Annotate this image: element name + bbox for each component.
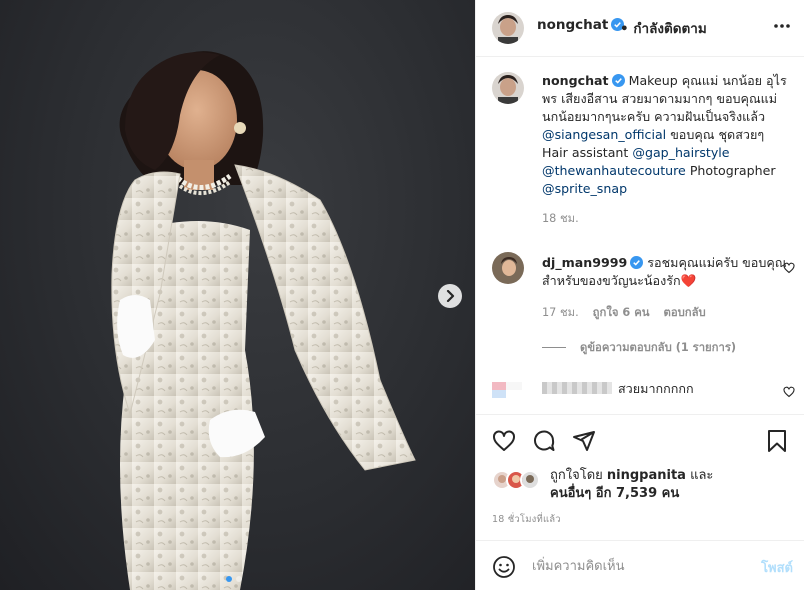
heart-icon[interactable] [492, 429, 516, 453]
comment-like-heart-icon[interactable] [783, 386, 795, 398]
comment-likes[interactable]: ถูกใจ 6 คน [593, 304, 650, 322]
likes-text: ถูกใจโดย ningpanita และ คนอื่นๆ อีก 7,53… [550, 468, 714, 501]
blurred-avatar[interactable] [492, 378, 524, 410]
likers-avatar-stack[interactable] [492, 470, 546, 490]
comment-icon[interactable] [532, 429, 556, 453]
more-options-button[interactable] [773, 17, 791, 39]
commenter-username[interactable]: dj_man9999 [542, 255, 627, 270]
post-photo [111, 51, 416, 590]
verified-badge-icon [630, 256, 644, 269]
post-comment-button[interactable]: โพสต์ [761, 557, 793, 578]
comment-text: สวยมากกกกก [618, 381, 694, 396]
red-heart-emoji: ❤️ [680, 273, 697, 288]
comment-input[interactable] [530, 554, 744, 578]
post-side-panel: nongchat • กำลังติดตาม nongchat Makeup ค… [475, 0, 804, 590]
carousel-dot [236, 576, 242, 582]
verified-badge-icon [611, 74, 625, 87]
caption-text: Photographer [685, 163, 776, 178]
liker-username[interactable]: ningpanita [607, 468, 686, 483]
post-media[interactable] [0, 0, 475, 590]
instagram-post: nongchat • กำลังติดตาม nongchat Makeup ค… [0, 0, 804, 590]
comment-meta: 17 ชม. ถูกใจ 6 คน ตอบกลับ [542, 304, 792, 322]
commenter-avatar[interactable] [492, 252, 524, 284]
mention-gap-hairstyle[interactable]: @gap_hairstyle [632, 145, 729, 160]
reply-button[interactable]: ตอบกลับ [664, 304, 706, 322]
view-replies-button[interactable]: ดูข้อความตอบกลับ (1 รายการ) [542, 338, 736, 356]
replies-line [542, 346, 566, 348]
bookmark-icon[interactable] [765, 429, 789, 453]
comment-time[interactable]: 17 ชม. [542, 304, 579, 322]
comment-body: dj_man9999 รอชมคุณแม่ครับ ขอบคุณสำหรับขอ… [542, 254, 792, 322]
liker-avatar [520, 470, 540, 490]
comments-list[interactable]: nongchat Makeup คุณแม่ นกน้อย อุไรพร เสี… [476, 58, 804, 414]
mention-thewanhautecouture[interactable]: @thewanhautecouture [542, 163, 686, 178]
follow-state[interactable]: • กำลังติดตาม [620, 17, 707, 39]
mention-sprite-snap[interactable]: @sprite_snap [542, 181, 627, 196]
caption-body: nongchat Makeup คุณแม่ นกน้อย อุไรพร เสี… [542, 72, 792, 228]
carousel-indicator [226, 576, 242, 582]
chevron-right-icon [446, 290, 455, 302]
carousel-dot-active [226, 576, 232, 582]
caption-username[interactable]: nongchat [542, 73, 609, 88]
comment-body: สวยมากกกกก [542, 380, 792, 398]
share-icon[interactable] [572, 429, 596, 453]
caption-meta: 18 ชม. [542, 210, 792, 228]
add-comment-bar: โพสต์ [476, 540, 804, 590]
mention-siangesan[interactable]: @siangesan_official [542, 127, 666, 142]
likes-count-link[interactable]: คนอื่นๆ อีก 7,539 คน [550, 486, 679, 501]
caption-avatar[interactable] [492, 72, 524, 104]
comment-like-heart-icon[interactable] [783, 262, 795, 274]
post-timestamp[interactable]: 18 ชั่วโมงที่แล้ว [492, 512, 561, 527]
next-slide-button[interactable] [438, 284, 462, 308]
emoji-icon[interactable] [492, 555, 516, 579]
author-avatar[interactable] [492, 12, 524, 44]
author-username[interactable]: nongchat [537, 17, 625, 33]
post-header: nongchat • กำลังติดตาม [476, 0, 804, 57]
blurred-username[interactable] [542, 382, 612, 394]
caption-time[interactable]: 18 ชม. [542, 210, 579, 228]
action-bar [476, 414, 804, 464]
more-horizontal-icon [774, 24, 790, 28]
